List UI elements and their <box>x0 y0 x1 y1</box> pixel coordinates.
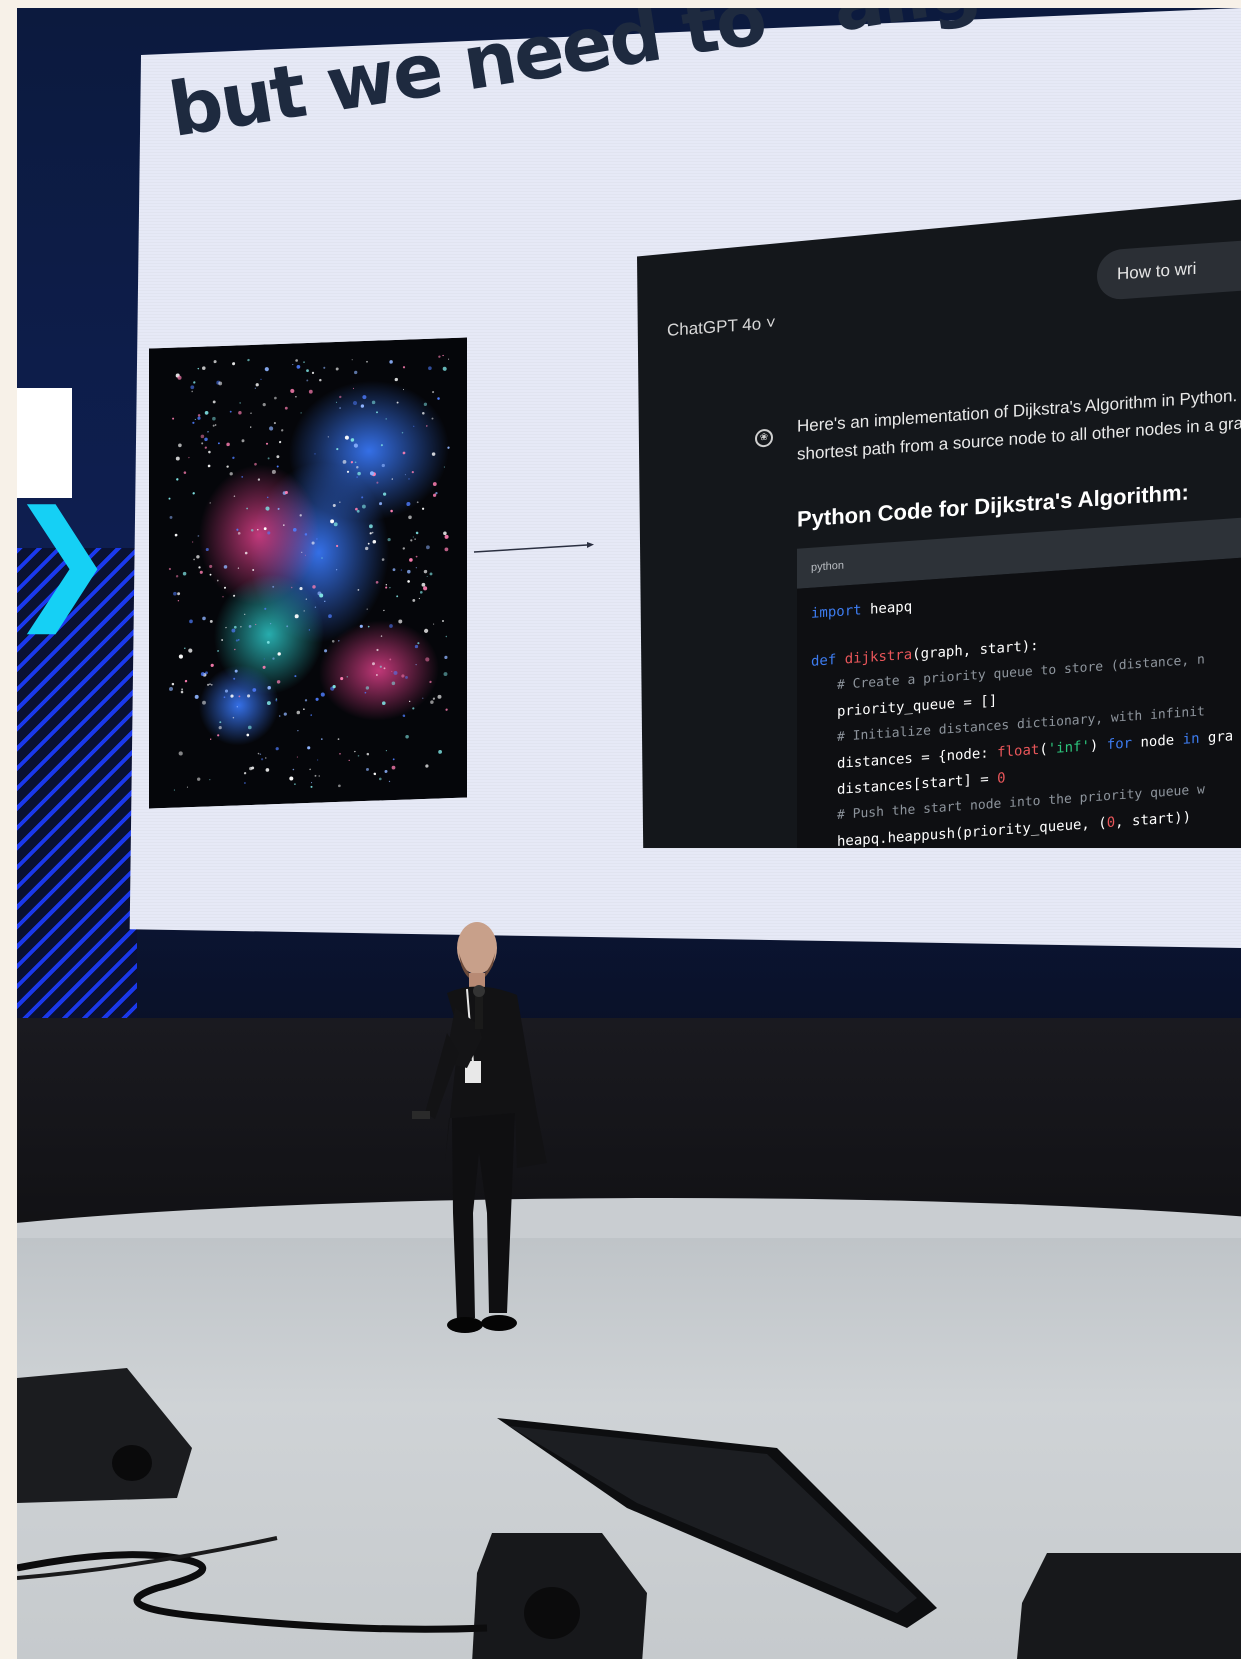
stage-cable <box>17 1536 488 1633</box>
code-keyword: for <box>1106 735 1133 754</box>
presenter-shoe <box>447 1317 483 1333</box>
code-string: 'inf' <box>1047 738 1090 758</box>
presenter-shoe <box>481 1315 517 1331</box>
code-keyword: def <box>811 652 837 670</box>
stage-monitor-speaker-right <box>1017 1553 1241 1659</box>
assistant-logo-icon: ❀ <box>755 428 773 448</box>
user-prompt-bubble: How to wri <box>1097 235 1241 301</box>
presenter-legs <box>452 1113 515 1321</box>
microphone-head-icon <box>473 985 485 997</box>
code-number: 0 <box>1106 814 1116 832</box>
arrow-icon <box>473 542 594 553</box>
photo-frame: ❯ but we need to “align” it for as <box>17 8 1241 1659</box>
chatgpt-panel: ChatGPT 4o ˅ How to wri ❀ Here's an impl… <box>637 198 1241 848</box>
code-text: gra <box>1199 728 1234 747</box>
code-number: 0 <box>997 770 1006 787</box>
code-text: ) <box>1089 737 1107 755</box>
code-text: ( <box>1039 741 1048 758</box>
code-function-name: float <box>997 741 1040 761</box>
led-logo-chevron: ❯ <box>17 482 116 634</box>
embedding-visualization-image <box>149 337 467 809</box>
presenter-figure <box>412 922 547 1333</box>
embedding-visualization-svg <box>149 337 467 809</box>
code-keyword: in <box>1182 730 1200 748</box>
clicker <box>412 1111 430 1119</box>
presenter-neck <box>469 973 485 987</box>
model-selector[interactable]: ChatGPT 4o ˅ <box>667 313 776 341</box>
